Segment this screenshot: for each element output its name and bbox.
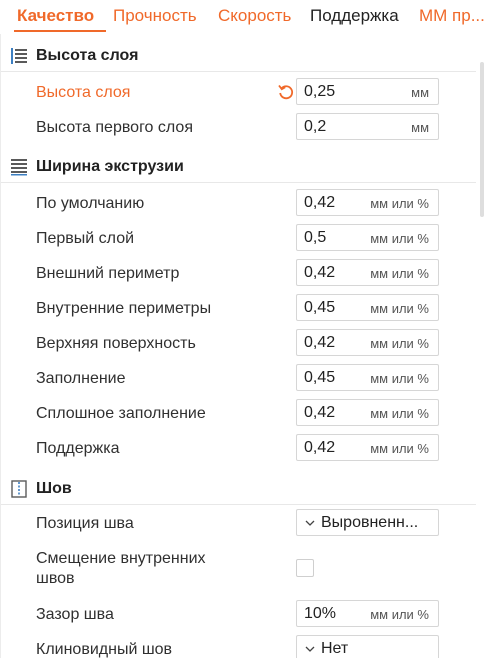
label-seam-gap: Зазор шва bbox=[36, 606, 114, 623]
outer-perimeter-field[interactable]: 0,42 мм или % bbox=[296, 259, 439, 286]
section-divider bbox=[1, 182, 476, 183]
label-seam-position: Позиция шва bbox=[36, 515, 134, 532]
field-value: 0,45 bbox=[304, 369, 336, 386]
field-unit: мм bbox=[411, 85, 429, 100]
layer-height-field[interactable]: 0,25 мм bbox=[296, 78, 439, 105]
chevron-down-icon bbox=[305, 646, 315, 652]
section-title: Шов bbox=[36, 480, 72, 497]
label-inner-perimeters: Внутренние периметры bbox=[36, 300, 212, 317]
tab-strength[interactable]: Прочность bbox=[113, 5, 197, 27]
field-unit: мм или % bbox=[370, 301, 429, 316]
scrollbar-thumb[interactable] bbox=[480, 62, 484, 217]
seam-position-select[interactable]: Выровненн... bbox=[296, 509, 439, 536]
select-value: Выровненн... bbox=[321, 514, 419, 531]
section-seam: Шов bbox=[1, 473, 476, 503]
field-value: 0,2 bbox=[304, 118, 327, 135]
field-value: 0,45 bbox=[304, 299, 336, 316]
infill-field[interactable]: 0,45 мм или % bbox=[296, 364, 439, 391]
field-value: 0,42 bbox=[304, 439, 336, 456]
default-width-field[interactable]: 0,42 мм или % bbox=[296, 189, 439, 216]
label-staggered-seams-line2: швов bbox=[36, 570, 75, 587]
label-infill: Заполнение bbox=[36, 370, 126, 387]
label-layer-height: Высота слоя bbox=[36, 84, 131, 101]
extrusion-width-icon bbox=[11, 159, 27, 176]
label-support-width: Поддержка bbox=[36, 440, 120, 457]
top-surface-field[interactable]: 0,42 мм или % bbox=[296, 329, 439, 356]
field-unit: мм или % bbox=[370, 336, 429, 351]
field-unit: мм или % bbox=[370, 441, 429, 456]
field-unit: мм или % bbox=[370, 607, 429, 622]
field-unit: мм bbox=[411, 120, 429, 135]
active-tab-indicator bbox=[14, 30, 106, 32]
section-title: Ширина экструзии bbox=[36, 158, 184, 175]
field-unit: мм или % bbox=[370, 371, 429, 386]
first-layer-width-field[interactable]: 0,5 мм или % bbox=[296, 224, 439, 251]
field-value: 10% bbox=[304, 605, 337, 622]
vertical-scrollbar[interactable] bbox=[476, 34, 488, 658]
field-value: 0,42 bbox=[304, 264, 336, 281]
label-scarf-seam: Клиновидный шов bbox=[36, 641, 173, 658]
reset-arrow-icon[interactable] bbox=[277, 83, 295, 101]
field-value: 0,5 bbox=[304, 229, 327, 246]
field-value: 0,42 bbox=[304, 334, 336, 351]
layers-icon bbox=[11, 48, 27, 64]
section-divider bbox=[1, 71, 476, 72]
label-first-layer-width: Первый слой bbox=[36, 230, 135, 247]
field-unit: мм или % bbox=[370, 406, 429, 421]
support-width-field[interactable]: 0,42 мм или % bbox=[296, 434, 439, 461]
field-unit: мм или % bbox=[370, 266, 429, 281]
staggered-seams-checkbox[interactable] bbox=[296, 559, 314, 577]
label-default-width: По умолчанию bbox=[36, 195, 145, 212]
label-first-layer-height: Высота первого слоя bbox=[36, 119, 193, 136]
select-value: Нет bbox=[321, 640, 349, 657]
tab-bar: Качество Прочность Скорость Поддержка ММ… bbox=[0, 0, 488, 34]
solid-infill-field[interactable]: 0,42 мм или % bbox=[296, 399, 439, 426]
inner-perimeters-field[interactable]: 0,45 мм или % bbox=[296, 294, 439, 321]
label-outer-perimeter: Внешний периметр bbox=[36, 265, 180, 282]
chevron-down-icon bbox=[305, 520, 315, 526]
label-solid-infill: Сплошное заполнение bbox=[36, 405, 206, 422]
field-value: 0,25 bbox=[304, 83, 336, 100]
label-top-surface: Верхняя поверхность bbox=[36, 335, 196, 352]
section-layer-height: Высота слоя bbox=[1, 40, 476, 70]
section-extrusion-width: Ширина экструзии bbox=[1, 151, 476, 181]
field-unit: мм или % bbox=[370, 231, 429, 246]
field-value: 0,42 bbox=[304, 194, 336, 211]
scarf-seam-select[interactable]: Нет bbox=[296, 635, 439, 658]
tab-support[interactable]: Поддержка bbox=[310, 5, 399, 27]
label-staggered-seams-line1: Смещение внутренних bbox=[36, 550, 206, 567]
field-value: 0,42 bbox=[304, 404, 336, 421]
section-divider bbox=[1, 504, 476, 505]
seam-gap-field[interactable]: 10% мм или % bbox=[296, 600, 439, 627]
tab-quality[interactable]: Качество bbox=[17, 5, 94, 27]
field-unit: мм или % bbox=[370, 196, 429, 211]
first-layer-height-field[interactable]: 0,2 мм bbox=[296, 113, 439, 140]
tab-speed[interactable]: Скорость bbox=[218, 5, 291, 27]
seam-icon bbox=[11, 480, 27, 498]
settings-panel: Высота слоя Высота слоя 0,25 мм Высота п… bbox=[0, 34, 476, 658]
section-title: Высота слоя bbox=[36, 47, 139, 64]
tab-multimaterial[interactable]: ММ пр... bbox=[419, 5, 485, 27]
